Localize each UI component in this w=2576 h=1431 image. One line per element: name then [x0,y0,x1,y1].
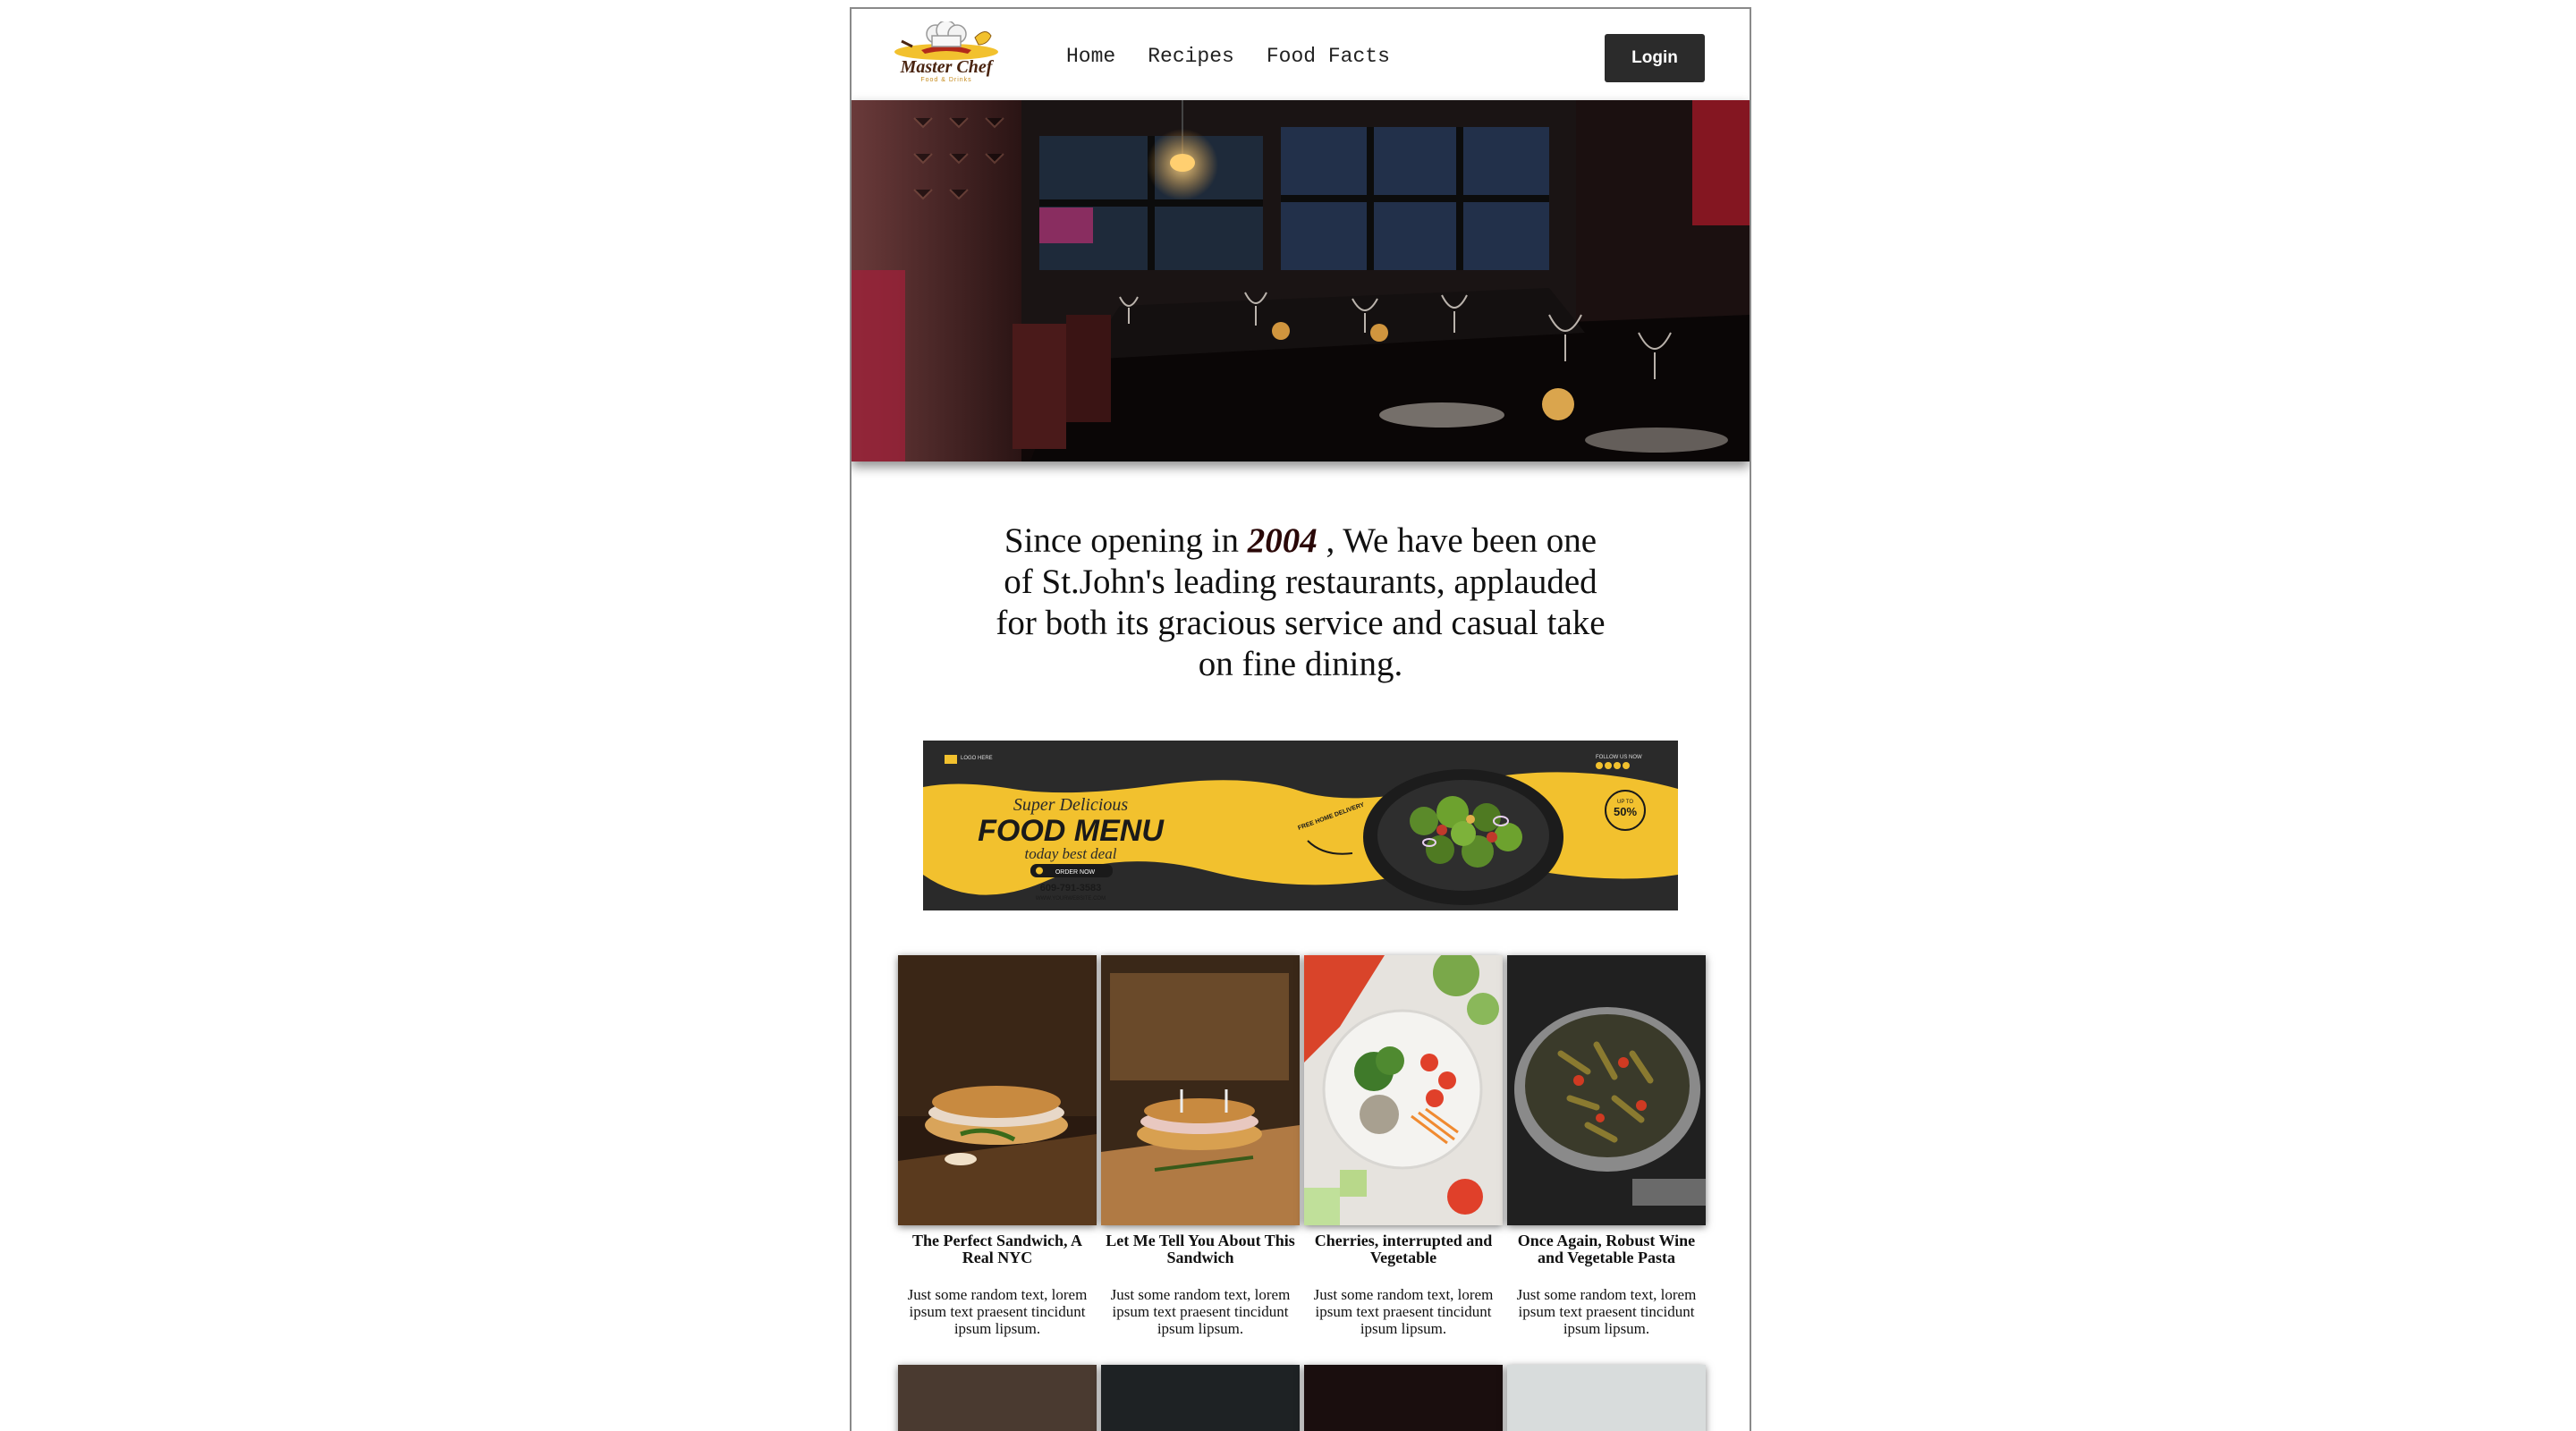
recipe-card[interactable] [1101,1365,1300,1431]
food-menu-banner[interactable]: LOGO HERE FOLLOW US NOW Super Delicious … [923,741,1678,910]
discount-value: 50% [1614,805,1637,818]
recipe-card-image[interactable] [1304,1365,1503,1431]
brand-name: Master Chef [900,57,993,77]
restaurant-interior-illustration [852,100,1750,461]
pasta-pan-photo [1507,955,1706,1225]
recipe-card-text: Just some random text, lorem ipsum text … [1110,1286,1291,1337]
recipe-card-image[interactable] [1304,955,1503,1225]
banner-script-title: Super Delicious [1013,795,1129,815]
intro-paragraph: Since opening in 2004 , We have been one… [986,521,1615,685]
banner-website: WWW.YOURWEBSITE.COM [1036,896,1106,902]
banner-logo-text: LOGO HERE [961,756,993,761]
banner-main-title: FOOD MENU [978,814,1165,848]
nav-links: Home Recipes Food Facts [1066,45,1422,68]
brand-logo[interactable]: Master Chef Food & Drinks [886,20,1007,84]
recipe-card[interactable] [1507,1365,1706,1431]
nav-link-recipes[interactable]: Recipes [1148,45,1234,68]
recipe-card-title[interactable]: Cherries, interrupted and Vegetable [1304,1232,1503,1266]
login-button[interactable]: Login [1605,34,1705,82]
recipe-card[interactable] [898,1365,1097,1431]
recipe-card-image[interactable] [1507,955,1706,1225]
page-container: Master Chef Food & Drinks Home Recipes F… [850,7,1751,1431]
recipe-card-title[interactable]: Let Me Tell You About This Sandwich [1101,1232,1300,1266]
vegetable-bowl-photo [1304,955,1503,1225]
recipe-card-title[interactable]: The Perfect Sandwich, A Real NYC [898,1232,1097,1266]
banner-follow-text: FOLLOW US NOW [1596,755,1642,760]
recipe-card-text: Just some random text, lorem ipsum text … [1516,1286,1697,1337]
recipe-card-image[interactable] [1101,955,1300,1225]
hero-restaurant-image [852,100,1750,461]
opening-year: 2004 [1247,521,1318,560]
recipe-card-image[interactable] [1101,1365,1300,1431]
banner-phone: 609-791-3583 [1040,883,1102,893]
recipe-card-text: Just some random text, lorem ipsum text … [907,1286,1088,1337]
order-now-label: ORDER NOW [1055,869,1096,876]
recipe-card-image[interactable] [898,955,1097,1225]
chef-hat-icon [894,20,998,60]
recipe-card-text: Just some random text, lorem ipsum text … [1313,1286,1494,1337]
recipe-card[interactable]: Let Me Tell You About This Sandwich Just… [1101,955,1300,1337]
sandwich-photo [898,955,1097,1225]
nav-link-home[interactable]: Home [1066,45,1115,68]
recipe-card-image[interactable] [898,1365,1097,1431]
recipe-card[interactable] [1304,1365,1503,1431]
fork-knife-icon [945,755,957,764]
recipe-card[interactable]: Cherries, interrupted and Vegetable Just… [1304,955,1503,1337]
brand-tagline: Food & Drinks [920,77,972,83]
recipe-card-image[interactable] [1507,1365,1706,1431]
intro-text-before: Since opening in [1004,521,1240,560]
banner-sub-title: today best deal [1025,845,1117,862]
recipe-card-title[interactable]: Once Again, Robust Wine and Vegetable Pa… [1507,1232,1706,1266]
sandwich-board-photo [1101,955,1300,1225]
food-menu-banner-graphic: LOGO HERE FOLLOW US NOW Super Delicious … [923,741,1678,910]
nav-link-food-facts[interactable]: Food Facts [1267,45,1390,68]
recipe-card[interactable]: The Perfect Sandwich, A Real NYC Just so… [898,955,1097,1337]
recipe-card[interactable]: Once Again, Robust Wine and Vegetable Pa… [1507,955,1706,1337]
top-navbar: Master Chef Food & Drinks Home Recipes F… [852,9,1750,102]
